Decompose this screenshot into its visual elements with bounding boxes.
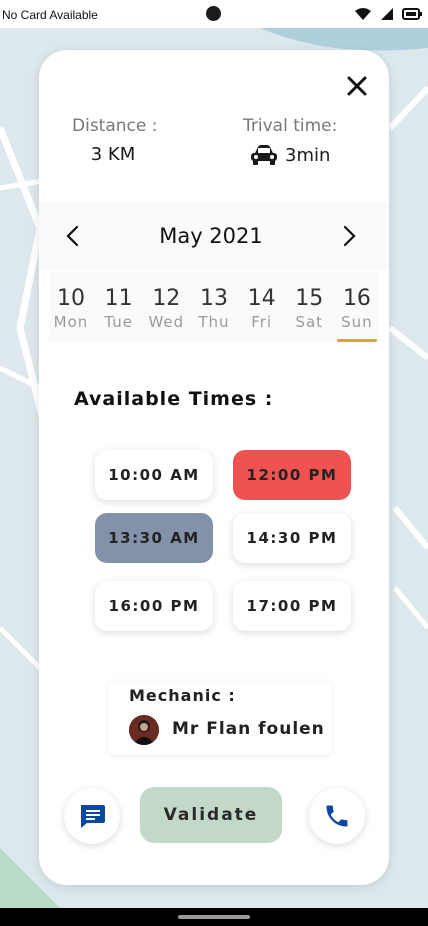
camera-cutout — [206, 6, 221, 21]
status-icons — [354, 6, 422, 22]
call-button[interactable] — [309, 788, 365, 844]
time-slot-1330-unavailable[interactable]: 13:30 AM — [95, 513, 213, 563]
travel-time-info: Trival time: 3min — [243, 116, 337, 166]
day-name: Fri — [251, 313, 273, 331]
time-slot-1200pm-selected[interactable]: 12:00 PM — [233, 450, 351, 500]
day-number: 14 — [247, 286, 276, 311]
phone-icon — [326, 805, 348, 827]
day-number: 11 — [104, 286, 133, 311]
day-number: 12 — [152, 286, 181, 311]
mechanic-card: Mechanic : Mr Flan foulen — [108, 681, 332, 755]
day-name: Sun — [341, 313, 373, 331]
status-bar: No Card Available — [0, 0, 428, 28]
distance-label: Distance : — [72, 116, 158, 136]
message-button[interactable] — [64, 788, 120, 844]
day-number: 13 — [199, 286, 228, 311]
time-slot-1600pm[interactable]: 16:00 PM — [95, 581, 213, 631]
home-handle[interactable] — [178, 915, 250, 919]
day-name: Sat — [295, 313, 324, 331]
day-14[interactable]: 14 Fri — [240, 272, 284, 342]
day-name: Tue — [104, 313, 133, 331]
wifi-icon — [355, 8, 371, 20]
day-number: 10 — [57, 286, 85, 311]
mechanic-avatar — [129, 715, 159, 745]
next-month-button[interactable] — [329, 216, 369, 256]
travel-time-label: Trival time: — [243, 116, 338, 136]
carrier-text: No Card Available — [2, 8, 98, 22]
day-name: Thu — [198, 313, 230, 331]
prev-month-button[interactable] — [53, 216, 93, 256]
time-slot-1700pm[interactable]: 17:00 PM — [233, 581, 351, 631]
time-slot-1430pm[interactable]: 14:30 PM — [233, 513, 351, 563]
car-icon — [251, 145, 277, 165]
day-16-selected[interactable]: 16 Sun — [335, 272, 379, 342]
signal-icon — [381, 8, 393, 20]
day-number: 16 — [342, 286, 371, 311]
close-button[interactable] — [341, 70, 373, 102]
day-name: Wed — [148, 313, 185, 331]
day-10[interactable]: 10 Mon — [49, 272, 93, 342]
month-label: May 2021 — [159, 224, 263, 248]
week-days-row: 10 Mon 11 Tue 12 Wed 13 Thu 14 Fri 15 Sa… — [49, 272, 379, 342]
booking-card: Distance : 3 KM Trival time: 3min May 20… — [39, 50, 389, 885]
distance-info: Distance : 3 KM — [72, 116, 157, 165]
validate-button[interactable]: Validate — [140, 787, 282, 843]
day-12[interactable]: 12 Wed — [144, 272, 188, 342]
day-name: Mon — [53, 313, 89, 331]
mechanic-title: Mechanic : — [129, 686, 236, 705]
distance-value: 3 KM — [90, 144, 136, 165]
chevron-right-icon — [343, 225, 356, 247]
battery-icon — [402, 8, 422, 20]
travel-time-value: 3min — [285, 144, 331, 166]
day-13[interactable]: 13 Thu — [192, 272, 236, 342]
close-icon — [347, 76, 367, 96]
travel-time-row: 3min — [249, 144, 337, 166]
mechanic-name: Mr Flan foulen — [172, 719, 325, 739]
time-slot-1000am[interactable]: 10:00 AM — [95, 450, 213, 500]
chevron-left-icon — [66, 225, 79, 247]
day-number: 15 — [295, 286, 324, 311]
available-times-title: Available Times : — [74, 388, 274, 410]
system-nav-bar — [0, 908, 428, 926]
day-11[interactable]: 11 Tue — [97, 272, 141, 342]
month-navigator: May 2021 — [39, 202, 389, 270]
chat-icon — [81, 805, 105, 828]
day-15[interactable]: 15 Sat — [287, 272, 331, 342]
